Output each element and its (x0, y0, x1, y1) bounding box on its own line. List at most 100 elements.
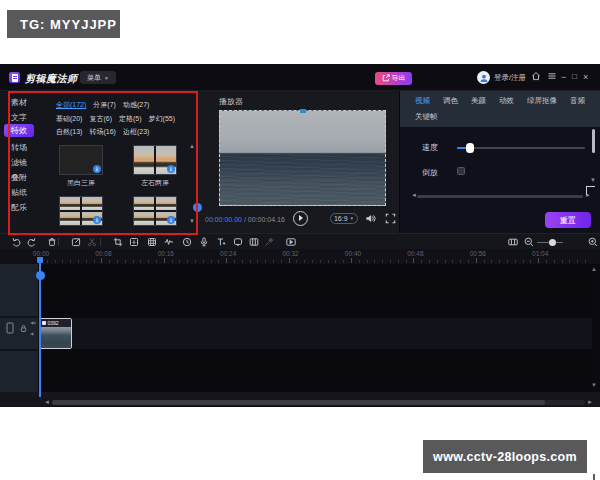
edit-icon[interactable] (71, 237, 81, 247)
timeline-ruler[interactable]: 00:0000:0800:1600:2400:3200:4000:4800:56… (0, 249, 600, 264)
category-link[interactable]: 自然(13) (56, 127, 82, 137)
time-display: 00:00:00.00 / 00:00:04.16 (205, 216, 285, 223)
timeline-vscrollbar[interactable] (593, 474, 595, 480)
login-link[interactable]: 登录/注册 (494, 73, 526, 83)
speed-slider-thumb[interactable] (466, 143, 474, 153)
props-hscrollbar[interactable] (417, 195, 583, 198)
scroll-left-icon[interactable]: ◄ (44, 399, 50, 405)
sidebar-item[interactable]: 素材 (4, 96, 34, 109)
minimize-button[interactable]: − (561, 70, 566, 84)
split-icon[interactable] (87, 237, 97, 247)
freeze-frame-icon[interactable] (129, 237, 139, 247)
timeline-tracks: 0392 ▲ ▼ (0, 264, 600, 392)
reset-button[interactable]: 重置 (545, 212, 591, 228)
reverse-checkbox[interactable] (457, 167, 465, 175)
selection-handle[interactable] (300, 109, 306, 113)
close-button[interactable]: × (583, 70, 588, 84)
add-to-track-icon[interactable] (286, 237, 296, 247)
crop-icon[interactable] (113, 237, 123, 247)
hamburger-menu-icon[interactable] (547, 71, 557, 81)
tab-active[interactable]: 视频 (415, 96, 430, 106)
tab-keyframe[interactable]: 关键帧 (415, 112, 438, 122)
category-link[interactable]: 基础(20) (56, 114, 82, 124)
scroll-up-icon[interactable]: ▲ (189, 143, 195, 149)
category-link[interactable]: 全部(172) (56, 100, 86, 110)
home-icon[interactable] (531, 71, 541, 81)
mosaic-icon[interactable] (147, 237, 157, 247)
scroll-down-icon[interactable]: ▼ (189, 218, 195, 224)
aspect-ratio-select[interactable]: 16:9▼ (330, 213, 358, 224)
audio-wave-icon[interactable] (164, 237, 174, 247)
category-link[interactable]: 分屏(7) (93, 100, 116, 110)
scroll-up-icon[interactable]: ▲ (591, 266, 597, 272)
scroll-down-icon[interactable]: ▼ (591, 382, 597, 388)
sidebar-item[interactable]: 滤镜 (4, 156, 34, 169)
delete-icon[interactable] (47, 237, 57, 247)
redo-icon[interactable] (26, 237, 36, 247)
sidebar-item[interactable]: 转场 (4, 141, 34, 154)
tab-item[interactable]: 绿屏抠像 (527, 96, 557, 106)
category-link[interactable]: 边框(23) (123, 127, 149, 137)
category-link[interactable]: 梦幻(55) (149, 114, 175, 124)
lock-icon[interactable] (19, 324, 28, 333)
track-2[interactable] (38, 318, 592, 349)
fullscreen-icon[interactable] (385, 213, 396, 224)
effect-thumbnail[interactable] (59, 196, 103, 226)
video-preview[interactable] (219, 110, 386, 206)
scroll-down-icon[interactable]: ▼ (590, 177, 596, 183)
props-vscrollbar[interactable] (592, 129, 595, 153)
tab-item[interactable]: 动效 (499, 96, 514, 106)
hscrollbar-thumb[interactable] (52, 400, 545, 405)
maximize-button[interactable]: □ (572, 70, 577, 84)
collage-icon[interactable] (249, 237, 259, 247)
hide-icon[interactable] (30, 331, 36, 337)
chevron-down-icon: ▼ (350, 216, 354, 221)
playhead-handle[interactable] (36, 271, 45, 280)
ruler-tick (257, 260, 258, 263)
download-icon (93, 165, 101, 173)
ruler-tick (78, 260, 79, 263)
menu-button[interactable]: 菜单▼ (80, 71, 116, 84)
ruler-tick (390, 260, 391, 263)
sidebar-item[interactable]: 特效 (4, 124, 34, 137)
sticker-icon[interactable] (233, 237, 243, 247)
storyboard-icon[interactable] (508, 237, 518, 247)
track-1[interactable] (38, 264, 592, 316)
video-clip[interactable]: 0392 (39, 318, 72, 349)
zoom-slider-thumb[interactable] (549, 239, 556, 246)
tab-item[interactable]: 美颜 (471, 96, 486, 106)
tab-item[interactable]: 音频 (570, 96, 585, 106)
scroll-left-icon[interactable]: ◄ (411, 192, 417, 198)
effect-thumbnail[interactable] (133, 196, 177, 226)
effect-thumbnail[interactable] (133, 145, 177, 175)
sidebar-item[interactable]: 配乐 (4, 201, 34, 214)
track-3[interactable] (38, 351, 592, 392)
category-link[interactable]: 转场(16) (89, 127, 115, 137)
effect-thumbnail[interactable] (59, 145, 103, 175)
category-link[interactable]: 动感(27) (123, 100, 149, 110)
duration-clock-icon[interactable] (182, 237, 192, 247)
voiceover-mic-icon[interactable] (199, 237, 209, 247)
volume-icon[interactable] (365, 213, 376, 224)
play-button[interactable] (293, 211, 308, 226)
add-text-icon[interactable] (216, 237, 226, 247)
sidebar-item[interactable]: 贴纸 (4, 186, 34, 199)
zoom-out-icon[interactable] (524, 237, 534, 247)
category-link[interactable]: 定格(5) (119, 114, 142, 124)
scroll-right-icon[interactable]: ► (587, 399, 593, 405)
speed-slider-track[interactable] (457, 147, 585, 150)
export-button[interactable]: 导出 (375, 72, 412, 85)
effects-panel: 素材文字特效转场滤镜叠附贴纸配乐 全部(172) 分屏(7) 动感(27) 基础(20… (0, 91, 197, 233)
ruler-label: 00:00 (33, 250, 49, 257)
zoom-in-icon[interactable] (588, 237, 598, 247)
resize-corner-icon[interactable] (586, 186, 595, 195)
mute-icon[interactable] (30, 320, 36, 326)
sidebar-item[interactable]: 文字 (4, 111, 34, 124)
category-link[interactable]: 复古(6) (89, 114, 112, 124)
avatar[interactable] (477, 71, 490, 84)
undo-icon[interactable] (12, 237, 22, 247)
tab-item[interactable]: 调色 (443, 96, 458, 106)
sidebar-item[interactable]: 叠附 (4, 171, 34, 184)
ruler-label: 00:08 (95, 250, 111, 257)
chroma-icon[interactable] (264, 237, 274, 247)
